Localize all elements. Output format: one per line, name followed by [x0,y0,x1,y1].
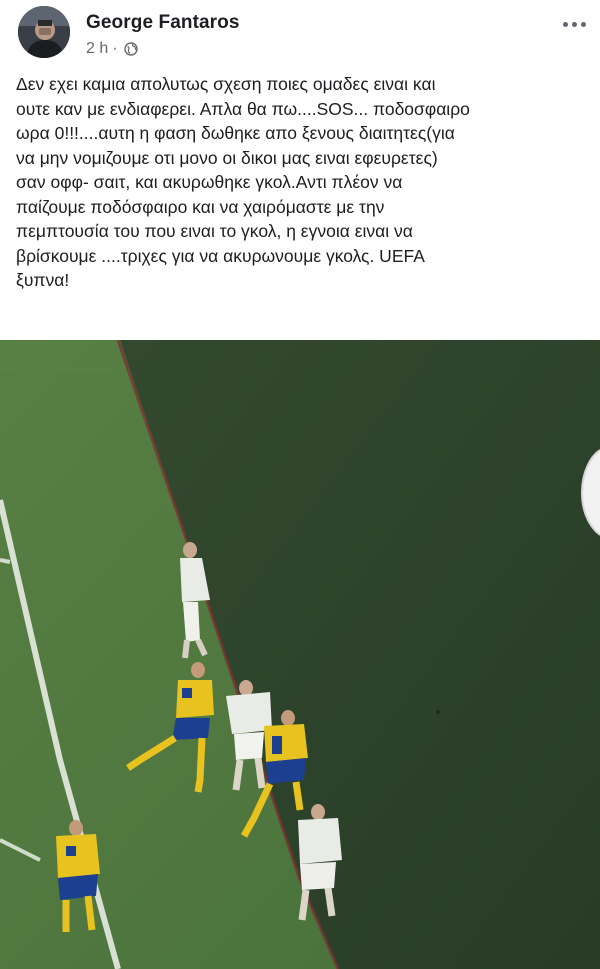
post-text: Δεν εχει καμια απολυτως σχεση ποιες ομαδ… [16,74,470,290]
meta-separator: · [112,40,118,57]
more-options-icon[interactable] [558,12,590,36]
facebook-post: George Fantaros 2 h · Δεν εχει καμια απο… [0,0,600,969]
post-header: George Fantaros 2 h · [0,0,600,66]
author-avatar[interactable] [18,6,70,58]
post-timestamp[interactable]: 2 h [86,40,108,58]
post-photo[interactable] [0,340,600,969]
football-match-photo [0,340,600,969]
globe-icon[interactable] [123,42,138,56]
avatar-image [18,6,70,58]
post-meta: 2 h · [86,40,138,58]
author-name[interactable]: George Fantaros [86,12,240,34]
